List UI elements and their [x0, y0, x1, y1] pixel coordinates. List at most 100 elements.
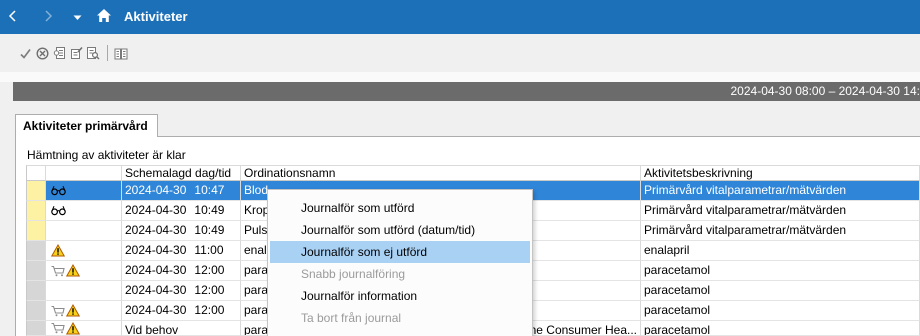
table-header: Schemalagd dag/tid Ordinationsnamn Aktivit…	[26, 165, 920, 181]
order-name: para	[244, 283, 269, 297]
glasses-icon	[51, 205, 66, 216]
scheduled-time: 11:00	[194, 243, 224, 257]
menu-item-label: Journalför som ej utförd	[301, 245, 428, 259]
tab-aktiviteter-primarvard[interactable]: Aktiviteter primärvård	[15, 114, 158, 137]
warning-icon	[51, 244, 65, 257]
back-button[interactable]	[5, 0, 21, 34]
activity-description-cell: Primärvård vitalparametrar/mätvärden	[641, 181, 920, 201]
marker-column-header[interactable]	[26, 165, 46, 181]
warning-icon	[66, 321, 80, 335]
order-name: para	[244, 323, 269, 336]
status-marker-cell	[26, 221, 46, 241]
icon-cell	[46, 181, 122, 201]
warning-icon	[66, 304, 80, 317]
activity-description-cell: paracetamol	[641, 281, 920, 301]
order-name: para	[244, 263, 269, 277]
scheduled-time: 12:00	[194, 263, 225, 277]
icon-cell	[46, 321, 122, 336]
menu-item-label: Journalför som utförd	[301, 201, 415, 215]
status-marker-cell	[26, 281, 46, 301]
status-marker-cell	[26, 321, 46, 336]
period-bar: 2024-04-30 08:00 – 2024-04-30 14:	[13, 82, 920, 101]
window-title: Aktiviteter	[124, 9, 188, 24]
activity-description-cell: paracetamol	[641, 261, 920, 281]
home-button[interactable]	[95, 0, 113, 34]
cart-icon	[51, 305, 65, 317]
activity-description-cell: Primärvård vitalparametrar/mätvärden	[641, 221, 920, 241]
context-menu: Journalför som utförd Journalför som utfö…	[267, 189, 533, 336]
scheduled-time-header[interactable]: Schemalagd dag/tid	[122, 165, 241, 181]
status-marker-cell	[26, 261, 46, 281]
scheduled-date: 2024-04-30	[125, 203, 187, 217]
order-name: para	[244, 303, 269, 317]
navigation-menu-button[interactable]	[70, 0, 84, 34]
chevron-left-icon	[8, 9, 18, 26]
checkmark-icon	[19, 47, 32, 60]
toolbar-spacer	[0, 72, 920, 82]
forward-button[interactable]	[40, 0, 56, 34]
order-name: enal	[244, 243, 267, 257]
scheduled-time: 10:49	[194, 223, 225, 237]
warning-icon	[66, 264, 80, 277]
scheduled-time: 10:47	[194, 183, 225, 197]
scheduled-time-cell: 2024-04-30 10:47	[122, 181, 241, 201]
chevron-right-icon	[43, 9, 53, 26]
glasses-icon	[51, 185, 66, 196]
scheduled-date: 2024-04-30	[125, 183, 187, 197]
menu-item-label: Ta bort från journal	[301, 311, 402, 325]
scheduled-time-cell: Vid behov	[122, 321, 241, 336]
toolbar-button-document-list[interactable]	[51, 43, 68, 63]
toolbar-button-book[interactable]	[113, 43, 130, 63]
menu-item-mark-done-datetime[interactable]: Journalför som utförd (datum/tid)	[270, 219, 530, 241]
title-bar: Aktiviteter	[0, 0, 920, 34]
document-search-icon	[86, 46, 100, 60]
scheduled-date: 2024-04-30	[125, 303, 187, 317]
scheduled-date: Vid behov	[125, 323, 179, 336]
toolbar-button-document-edit[interactable]	[68, 43, 85, 63]
toolbar	[0, 34, 920, 72]
cart-icon	[51, 322, 65, 334]
scheduled-time: 10:49	[194, 203, 225, 217]
toolbar-button-checkmark[interactable]	[17, 43, 34, 63]
icon-cell	[46, 221, 122, 241]
scheduled-time-cell: 2024-04-30 10:49	[122, 221, 241, 241]
activity-description-cell: paracetamol	[641, 321, 920, 336]
status-marker-cell	[26, 181, 46, 201]
scheduled-time-cell: 2024-04-30 12:00	[122, 281, 241, 301]
order-name: Krop	[244, 203, 270, 217]
activity-description-cell: enalapril	[641, 241, 920, 261]
scheduled-time-cell: 2024-04-30 12:00	[122, 261, 241, 281]
document-list-icon	[53, 46, 66, 60]
icon-cell	[46, 281, 122, 301]
icon-cell	[46, 261, 122, 281]
scheduled-date: 2024-04-30	[125, 243, 187, 257]
status-marker-cell	[26, 201, 46, 221]
toolbar-separator	[107, 45, 108, 61]
home-icon	[96, 8, 112, 26]
circle-x-icon	[35, 46, 49, 60]
status-text: Hämtning av aktiviteter är klar	[27, 148, 186, 162]
status-marker-cell	[26, 301, 46, 321]
scheduled-date: 2024-04-30	[125, 263, 187, 277]
order-name-header[interactable]: Ordinationsnamn	[241, 165, 641, 181]
scheduled-time-cell: 2024-04-30 12:00	[122, 301, 241, 321]
toolbar-button-document-search[interactable]	[85, 43, 102, 63]
menu-item-record-information[interactable]: Journalför information	[270, 285, 530, 307]
scheduled-time-cell: 2024-04-30 11:00	[122, 241, 241, 261]
scheduled-date: 2024-04-30	[125, 223, 187, 237]
icon-cell	[46, 241, 122, 261]
icon-column-header[interactable]	[46, 165, 122, 181]
chevron-down-icon	[73, 10, 82, 24]
menu-item-mark-not-done[interactable]: Journalför som ej utförd	[270, 241, 530, 263]
menu-item-remove-from-record: Ta bort från journal	[270, 307, 530, 329]
status-marker-cell	[26, 241, 46, 261]
menu-item-mark-done[interactable]: Journalför som utförd	[270, 197, 530, 219]
order-name: Blod	[244, 183, 269, 197]
activity-description-header[interactable]: Aktivitetsbeskrivning	[641, 165, 920, 181]
toolbar-button-circle-x[interactable]	[34, 43, 51, 63]
document-edit-icon	[70, 46, 83, 60]
order-name-tail: ine Consumer Hea...	[526, 323, 637, 336]
activity-description-cell: paracetamol	[641, 301, 920, 321]
menu-item-label: Snabb journalföring	[301, 267, 406, 281]
scheduled-time: 12:00	[194, 283, 225, 297]
